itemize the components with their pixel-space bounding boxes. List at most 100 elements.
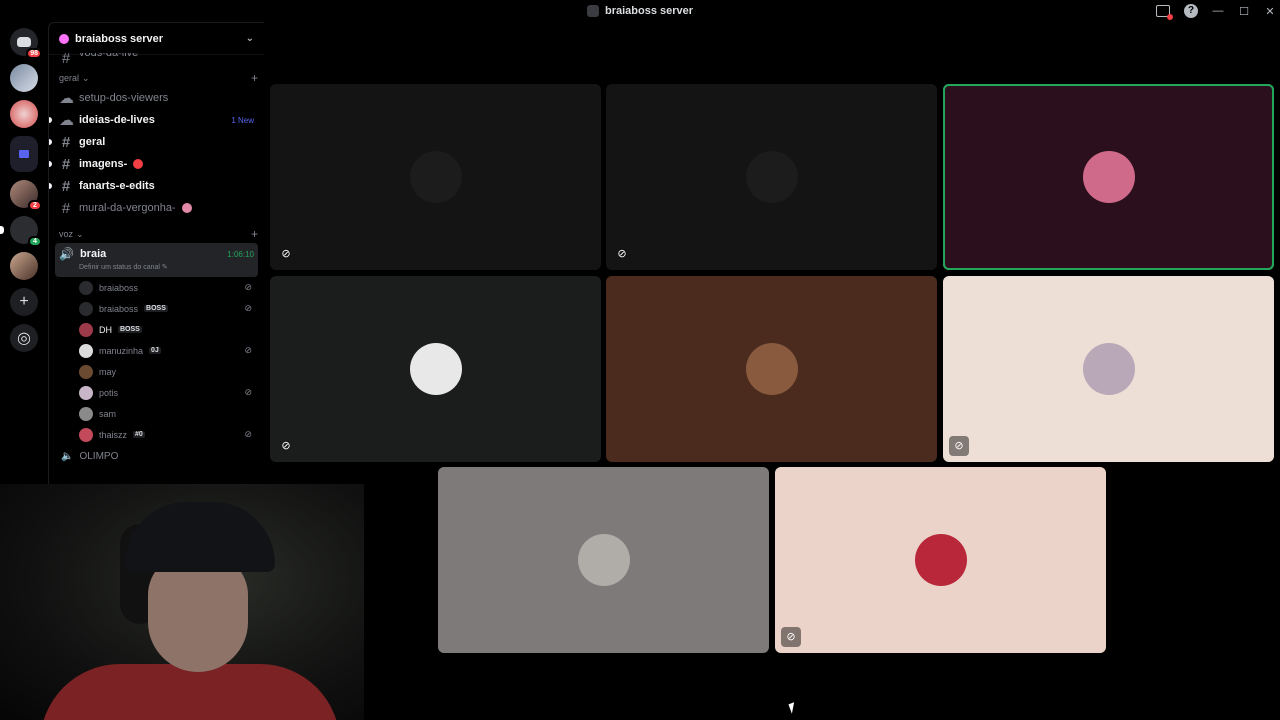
forum-icon: ☁ bbox=[59, 112, 74, 129]
new-badge: 1 New bbox=[231, 115, 254, 125]
category-voz[interactable]: voz ⌄ + bbox=[55, 225, 258, 243]
voice-user[interactable]: DH BOSS bbox=[55, 319, 258, 340]
category-label: voz bbox=[59, 229, 74, 239]
notification-badge: 98 bbox=[26, 48, 42, 59]
channel-name: setup-dos-viewers bbox=[79, 92, 169, 104]
server-icon-3[interactable]: 2 bbox=[10, 180, 42, 211]
participant-avatar bbox=[409, 343, 462, 395]
avatar bbox=[79, 364, 93, 379]
voice-channel-braia[interactable]: 🔊 braia 1:06:10 Definir um status do can… bbox=[55, 243, 258, 277]
voice-user[interactable]: potis ⊘ bbox=[55, 382, 258, 403]
add-channel-icon[interactable]: + bbox=[251, 227, 258, 241]
channel-name: fanarts-e-edits bbox=[79, 180, 155, 192]
server-icon bbox=[586, 5, 599, 17]
participant-avatar bbox=[1082, 343, 1135, 395]
mic-muted-icon: ⊘ bbox=[244, 303, 252, 313]
explore-icon[interactable]: ◎ bbox=[10, 324, 38, 352]
voice-user-name: sam bbox=[99, 408, 117, 419]
voice-channel-name: OLIMPO bbox=[79, 450, 119, 462]
speaker-icon: 🔈 bbox=[61, 450, 74, 462]
video-tile[interactable]: ⊘ bbox=[270, 84, 601, 270]
video-tile[interactable]: ⊘ bbox=[606, 84, 937, 270]
voice-user-name: DH bbox=[99, 324, 112, 335]
voice-user-name: manuzinha bbox=[99, 345, 144, 356]
window-controls: ? — ☐ ✕ bbox=[1156, 0, 1276, 22]
category-label: geral bbox=[59, 73, 80, 83]
voice-user[interactable]: thaiszz #0 ⊘ bbox=[55, 424, 258, 445]
server-folder[interactable] bbox=[10, 136, 38, 172]
mic-muted-icon: ⊘ bbox=[244, 282, 252, 292]
help-icon[interactable]: ? bbox=[1184, 4, 1198, 18]
video-tile[interactable]: ⊘ bbox=[943, 276, 1274, 462]
channel-geral[interactable]: # geral bbox=[49, 131, 258, 153]
channel-ideias-de-lives[interactable]: ☁ ideias-de-lives 1 New bbox=[49, 109, 258, 131]
user-tag: #0 bbox=[133, 431, 145, 438]
maximize-button[interactable]: ☐ bbox=[1238, 5, 1250, 18]
participant-avatar bbox=[914, 534, 967, 586]
participant-avatar bbox=[409, 151, 462, 203]
channel-name: ideias-de-lives bbox=[79, 114, 155, 126]
notification-badge: 2 bbox=[28, 200, 42, 211]
video-tile[interactable] bbox=[606, 276, 937, 462]
server-icon-5[interactable] bbox=[10, 252, 38, 280]
mic-muted-icon: ⊘ bbox=[244, 387, 252, 397]
boost-icon bbox=[59, 33, 69, 44]
forum-icon: ☁ bbox=[59, 90, 74, 107]
channel-imagens[interactable]: # imagens- bbox=[49, 153, 258, 175]
channel-list: # vods-da-live geral ⌄ + ☁ setup-dos-vie… bbox=[49, 53, 264, 465]
voice-user[interactable]: braiaboss ⊘ bbox=[55, 277, 258, 298]
video-tile[interactable] bbox=[943, 84, 1274, 270]
video-tile[interactable] bbox=[438, 467, 769, 653]
chevron-down-icon[interactable]: ⌄ bbox=[246, 33, 254, 44]
voice-user-list: braiaboss ⊘ braiaboss BOSS ⊘ DH BOSS manuzinha 0… bbox=[55, 277, 258, 445]
server-header[interactable]: braiaboss server ⌄ bbox=[49, 23, 264, 55]
mic-muted-icon: ⊘ bbox=[281, 440, 291, 452]
close-button[interactable]: ✕ bbox=[1264, 5, 1276, 18]
chevron-down-icon: ⌄ bbox=[82, 72, 90, 83]
channel-fanarts-e-edits[interactable]: # fanarts-e-edits bbox=[49, 175, 258, 197]
avatar bbox=[79, 406, 93, 421]
voice-channel-name: braia bbox=[79, 248, 107, 260]
window-title-text: braiaboss server bbox=[604, 5, 694, 17]
add-channel-icon[interactable]: + bbox=[251, 71, 258, 85]
notification-badge: 4 bbox=[28, 236, 42, 247]
channel-status[interactable]: Definir um status do canal bbox=[79, 264, 160, 271]
channel-name: vods-da-live bbox=[79, 53, 139, 59]
server-icon-1[interactable] bbox=[10, 64, 38, 92]
voice-user-name: thaiszz bbox=[99, 429, 128, 440]
inbox-icon[interactable] bbox=[1156, 5, 1173, 20]
participant-avatar bbox=[1082, 151, 1135, 203]
hash-icon: # bbox=[61, 177, 71, 195]
participant-avatar bbox=[577, 534, 630, 586]
server-icon-2[interactable] bbox=[10, 100, 38, 128]
user-tag: BOSS bbox=[118, 326, 142, 333]
voice-channel-olimpo[interactable]: 🔈 OLIMPO bbox=[55, 447, 258, 465]
video-tile[interactable]: ⊘ bbox=[775, 467, 1106, 653]
server-icon-4[interactable]: 4 bbox=[0, 216, 42, 247]
channel-setup-dos-viewers[interactable]: ☁ setup-dos-viewers bbox=[55, 87, 258, 109]
participant-avatar bbox=[745, 151, 798, 203]
channel-name: imagens- bbox=[79, 158, 128, 170]
no-entry-emoji-icon bbox=[133, 159, 144, 169]
add-server-button[interactable]: + bbox=[10, 288, 38, 316]
video-tile[interactable]: ⊘ bbox=[270, 276, 601, 462]
selected-pill bbox=[0, 226, 4, 234]
minimize-button[interactable]: — bbox=[1212, 5, 1224, 17]
voice-user[interactable]: braiaboss BOSS ⊘ bbox=[55, 298, 258, 319]
voice-user[interactable]: sam bbox=[55, 403, 258, 424]
pencil-icon[interactable]: ✎ bbox=[162, 264, 168, 271]
category-geral[interactable]: geral ⌄ + bbox=[55, 69, 258, 87]
voice-user[interactable]: may bbox=[55, 361, 258, 382]
channel-mural-da-vergonha[interactable]: # mural-da-vergonha- bbox=[55, 197, 258, 219]
title-bar: braiaboss server ? — ☐ ✕ bbox=[0, 0, 1280, 22]
voice-user[interactable]: manuzinha 0J ⊘ bbox=[55, 340, 258, 361]
hash-icon: # bbox=[61, 133, 71, 151]
hash-icon: # bbox=[61, 53, 71, 63]
mic-muted-icon: ⊘ bbox=[781, 627, 801, 647]
mic-muted-icon: ⊘ bbox=[244, 345, 252, 355]
channel-partial[interactable]: # vods-da-live bbox=[55, 53, 258, 63]
user-tag: BOSS bbox=[144, 305, 168, 312]
speaker-icon: 🔊 bbox=[59, 247, 74, 261]
direct-messages-button[interactable]: 98 bbox=[10, 28, 42, 59]
mic-muted-icon: ⊘ bbox=[281, 248, 291, 260]
